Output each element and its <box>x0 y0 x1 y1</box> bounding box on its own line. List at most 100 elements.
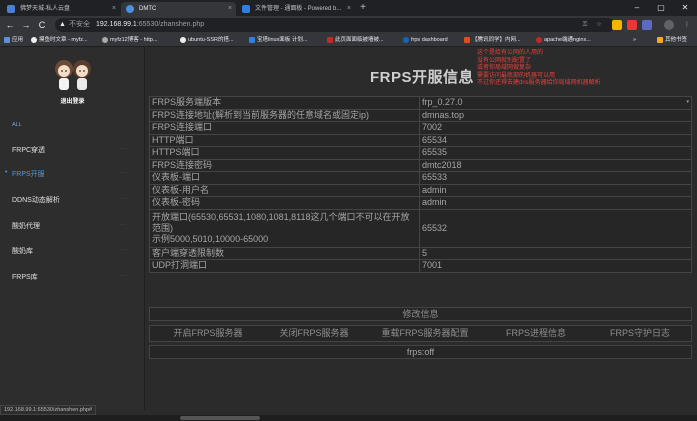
back-button[interactable]: ← <box>4 19 16 31</box>
warning-note: 这个是给有公网的人用的 没有公网就别配置了 或者你局域网做复杂 需要访问最底部的… <box>477 50 601 87</box>
bookmark-label: 应用 <box>12 37 24 43</box>
close-tab-icon[interactable]: × <box>228 2 232 16</box>
reload-button[interactable]: C <box>36 19 48 31</box>
bookmark-item[interactable]: ubuntu-SSR的搭... <box>179 35 234 46</box>
menu-icon[interactable]: ⋮ <box>682 20 692 30</box>
bookmark-item[interactable]: 其他书签 <box>656 35 687 46</box>
sidebar-divider-dots: ····· <box>118 146 127 152</box>
save-button[interactable]: 修改信息 <box>149 307 692 321</box>
url-path: :65530/zhanshen.php <box>136 21 205 28</box>
bookmark-item[interactable]: apache端通nginx... <box>535 35 591 46</box>
browser-tab-3[interactable]: 文件管理 - 通面板 - Powered b... × <box>237 2 355 16</box>
star-icon[interactable]: ☆ <box>594 20 604 30</box>
bind-port-input[interactable]: 7002 <box>419 121 692 135</box>
sidebar: 退出登录 ALL FRPC穿透 ····· • FRPS开服 ····· DDNS… <box>0 47 145 410</box>
minimize-button[interactable]: – <box>625 0 649 16</box>
bookmark-item[interactable]: myfz12博客 - http... <box>101 35 157 46</box>
start-frps-button[interactable]: 开启FRPS服务器 <box>158 326 258 341</box>
bookmark-label: apache端通nginx... <box>544 37 591 43</box>
bookmark-item[interactable]: frps dashboard <box>402 35 448 46</box>
https-port-input[interactable]: 65535 <box>419 146 692 160</box>
reload-frps-config-button[interactable]: 重载FRPS服务器配置 <box>370 326 480 341</box>
sidebar-item-all[interactable]: ALL <box>12 122 22 128</box>
field-label: 开放端口(65530,65531,1080,1081,8118这几个端口不可以在… <box>149 208 420 248</box>
bookmark-item[interactable]: 应用 <box>3 35 23 46</box>
sidebar-item-frps[interactable]: • FRPS开服 <box>5 169 45 179</box>
table-row: 仪表板-端口 65533 <box>149 171 692 185</box>
avatar <box>55 60 91 90</box>
token-input[interactable]: dmtc2018 <box>419 158 692 172</box>
sidebar-divider-dots: ····· <box>118 273 127 279</box>
http-port-input[interactable]: 65534 <box>419 133 692 147</box>
table-row: 客户端穿透限制数 5 <box>149 246 692 260</box>
dmtc-icon <box>126 5 134 13</box>
tab-title: 文件管理 - 通面板 - Powered b... <box>255 6 342 12</box>
browser-tab-1[interactable]: 佛梦天城-私人云盘 × <box>2 2 120 16</box>
field-label: FRPS服务端版本 <box>149 96 420 110</box>
bookmark-icon <box>327 37 333 43</box>
scrollbar-thumb[interactable] <box>180 416 260 420</box>
table-row: UDP打洞端口 7001 <box>149 259 692 273</box>
horizontal-scrollbar[interactable] <box>0 415 697 421</box>
sidebar-item-lib[interactable]: 酸奶库 <box>12 246 33 256</box>
field-label: 仪表板-用户名 <box>149 183 420 197</box>
forward-button[interactable]: → <box>20 19 32 31</box>
dashboard-port-input[interactable]: 65533 <box>419 171 692 185</box>
bookmark-label: 摸鱼时文章 - myfz... <box>39 37 88 43</box>
client-limit-input[interactable]: 5 <box>419 246 692 260</box>
close-window-button[interactable]: ✕ <box>673 0 697 16</box>
open-ports-input[interactable]: 65532 <box>419 208 692 248</box>
bookmark-label: myfz12博客 - http... <box>110 37 158 43</box>
field-label: HTTPS端口 <box>149 146 420 160</box>
bookmark-item[interactable]: 此页面面临被墙被... <box>326 35 384 46</box>
extension-icon[interactable] <box>627 20 637 30</box>
config-table: FRPS服务端版本 frp_0.27.0 ▾ FRPS连接地址(解析到当前服务器的任… <box>149 96 692 273</box>
dashboard-password-input[interactable]: admin <box>419 196 692 210</box>
sidebar-divider-dots: ····· <box>118 247 127 253</box>
bookmark-icon <box>249 37 255 43</box>
sidebar-item-proxy[interactable]: 酸奶代理 <box>12 221 40 231</box>
chevron-down-icon: ▾ <box>686 99 689 106</box>
tab-title: 佛梦天城-私人云盘 <box>20 6 70 12</box>
sidebar-item-frpc[interactable]: FRPC穿透 <box>12 145 45 155</box>
address-bar[interactable]: ▲ 不安全 192.168.99.1:65530/zhanshen.php <box>55 18 615 32</box>
close-tab-icon[interactable]: × <box>112 2 116 16</box>
key-icon[interactable]: ⚿ <box>580 20 590 30</box>
bookmark-icon <box>180 37 186 43</box>
sidebar-item-ddns[interactable]: DDNS动态解析 <box>12 195 60 205</box>
server-address-input[interactable]: dmnas.top <box>419 108 692 122</box>
apps-icon <box>4 37 10 43</box>
bookmark-item[interactable]: 【腾讯同学】内网... <box>463 35 521 46</box>
bookmark-label: ubuntu-SSR的搭... <box>188 37 234 43</box>
more-bookmarks-button[interactable]: » <box>633 35 636 46</box>
field-label: FRPS连接密码 <box>149 158 420 172</box>
udp-port-input[interactable]: 7001 <box>419 259 692 273</box>
logout-link[interactable]: 退出登录 <box>0 96 145 105</box>
folder-icon <box>657 37 663 43</box>
bookmark-item[interactable]: 宝塔linux面板 计划... <box>248 35 307 46</box>
extension-icon[interactable] <box>642 20 652 30</box>
browser-tab-strip: 佛梦天城-私人云盘 × DMTC × 文件管理 - 通面板 - Powered … <box>0 0 697 16</box>
frps-daemon-log-button[interactable]: FRPS守护日志 <box>590 326 690 341</box>
url-host: 192.168.99.1 <box>95 21 137 28</box>
dashboard-user-input[interactable]: admin <box>419 183 692 197</box>
new-tab-button[interactable]: + <box>357 2 369 14</box>
close-tab-icon[interactable]: × <box>347 2 351 16</box>
stop-frps-button[interactable]: 关闭FRPS服务器 <box>264 326 364 341</box>
profile-icon[interactable] <box>664 20 674 30</box>
extension-icon[interactable] <box>612 20 622 30</box>
version-select[interactable]: frp_0.27.0 ▾ <box>419 96 692 110</box>
browser-tab-2[interactable]: DMTC × <box>121 2 236 16</box>
action-button-row: 开启FRPS服务器 关闭FRPS服务器 重载FRPS服务器配置 FRPS进程信息… <box>149 325 692 342</box>
frps-status: frps:off <box>149 345 692 359</box>
bt-panel-icon <box>242 5 250 13</box>
bookmark-label: frps dashboard <box>411 37 448 43</box>
main-content: FRPS开服信息 这个是给有公网的人用的 没有公网就别配置了 或者你局域网做复杂… <box>146 47 697 410</box>
bookmark-icon <box>464 37 470 43</box>
bookmarks-bar: 应用 摸鱼时文章 - myfz... myfz12博客 - http... ub… <box>0 34 697 47</box>
frps-process-info-button[interactable]: FRPS进程信息 <box>486 326 586 341</box>
bookmark-icon <box>31 37 37 43</box>
bookmark-item[interactable]: 摸鱼时文章 - myfz... <box>30 35 88 46</box>
sidebar-item-frps-lib[interactable]: FRPS库 <box>12 272 38 282</box>
maximize-button[interactable]: ▢ <box>649 0 673 16</box>
